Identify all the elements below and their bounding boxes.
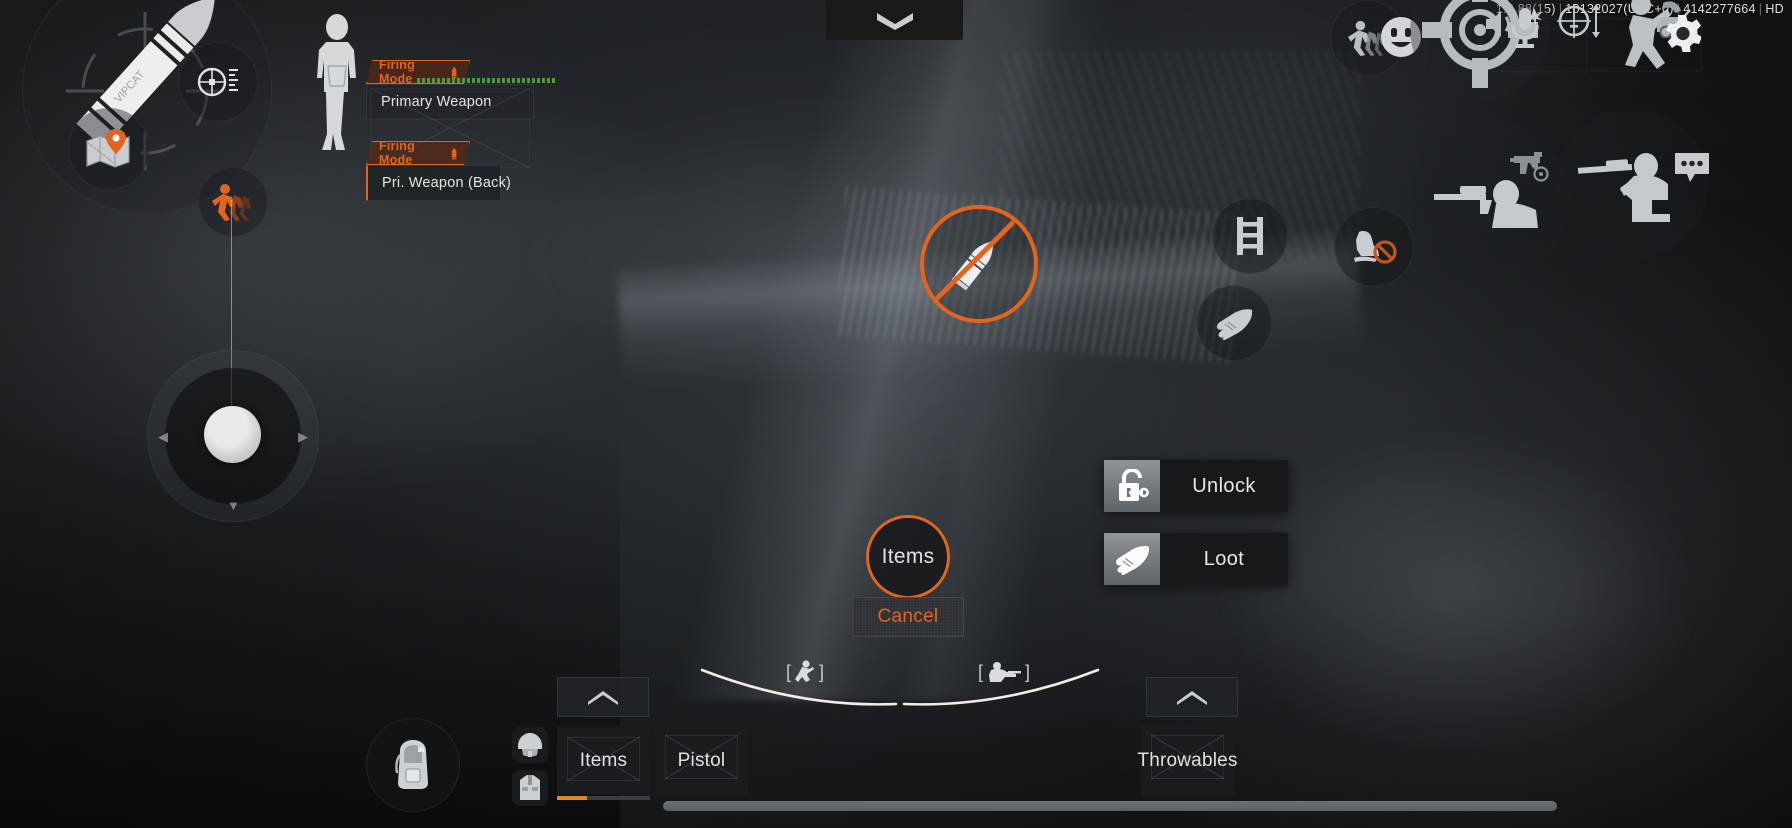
- slot-pistol-label: Pistol: [678, 750, 726, 772]
- scope-range-icon: [195, 62, 241, 102]
- crouch-stance-icon: [794, 660, 816, 684]
- items-action-button[interactable]: Items: [866, 515, 950, 599]
- bullet-icon: [451, 66, 457, 79]
- inventory-slot-pistol[interactable]: Pistol: [655, 725, 748, 797]
- scope-height-icon: [1556, 0, 1602, 42]
- game-hud-screen: 1.0.88(15)|10132027(UTC+0)|4142277664|HD…: [0, 0, 1792, 828]
- stance-indicator-crouch: [ ]: [786, 660, 824, 684]
- firing-mode-label-back: Firing Mode: [379, 139, 445, 167]
- ladder-icon: [1233, 217, 1267, 255]
- equipment-vest[interactable]: [512, 770, 548, 806]
- bracket-right-2: ]: [1025, 663, 1030, 681]
- chevron-up-icon: [1175, 689, 1209, 705]
- secondary-weapon-panel[interactable]: Firing Mode Pri. Weapon (Back): [366, 141, 501, 201]
- settings-button[interactable]: [1663, 14, 1717, 68]
- chat-bubble-icon: [1673, 151, 1711, 185]
- joystick-knob[interactable]: [204, 406, 261, 463]
- joystick-down-arrow: ▼: [227, 498, 240, 513]
- primary-weapon-body[interactable]: Primary Weapon: [366, 84, 534, 120]
- scope-range-button[interactable]: [178, 42, 258, 122]
- gear-icon: [1663, 14, 1701, 52]
- loot-button[interactable]: Loot: [1104, 533, 1288, 585]
- unlock-button[interactable]: Unlock: [1104, 460, 1288, 512]
- slot-throwables-label: Throwables: [1137, 750, 1237, 772]
- inventory-slot-throwables[interactable]: Throwables: [1141, 725, 1234, 797]
- no-ammo-indicator: [920, 205, 1038, 323]
- sprint-toggle-button[interactable]: [198, 167, 268, 237]
- inventory-slot-items[interactable]: Items: [557, 727, 650, 795]
- player-model-silhouette: [298, 14, 376, 154]
- slot-items-label: Items: [580, 750, 627, 772]
- items-action-label: Items: [882, 545, 935, 569]
- equipment-helmet[interactable]: [512, 727, 548, 763]
- chevron-down-icon: [873, 10, 917, 30]
- primary-weapon-panel[interactable]: Firing Mode Primary Weapon: [366, 60, 534, 120]
- vest-icon: [517, 774, 543, 802]
- grab-hand-icon: [1113, 543, 1151, 575]
- grab-hand-icon: [1214, 306, 1254, 340]
- sniper-aim-button[interactable]: [1410, 120, 1570, 280]
- prone-stance-icon: [986, 660, 1022, 684]
- primary-weapon-label: Primary Weapon: [381, 94, 519, 110]
- chat-button[interactable]: [1664, 140, 1720, 196]
- no-footstep-icon: [1351, 228, 1397, 266]
- inventory-scrollbar-thumb[interactable]: [663, 801, 1557, 811]
- cancel-button[interactable]: Cancel: [852, 597, 964, 637]
- bracket-right: ]: [819, 663, 824, 681]
- cancel-label: Cancel: [878, 606, 939, 628]
- unlock-icon-box: [1104, 460, 1160, 512]
- chevron-up-icon: [586, 689, 620, 705]
- joystick-right-arrow: ▶: [298, 429, 308, 445]
- microphone-icon: [1508, 6, 1542, 50]
- loot-icon-box: [1104, 533, 1160, 585]
- bracket-left-2: [: [978, 663, 983, 681]
- helmet-icon: [516, 732, 544, 758]
- loot-label: Loot: [1160, 533, 1288, 585]
- quality-label: HD: [1765, 2, 1784, 16]
- collapse-hud-button[interactable]: [826, 0, 963, 40]
- backpack-icon: [390, 739, 436, 791]
- bullet-icon: [451, 147, 457, 160]
- back-weapon-label: Pri. Weapon (Back): [382, 175, 486, 191]
- firing-mode-tag-back[interactable]: Firing Mode: [366, 141, 470, 165]
- back-weapon-body[interactable]: Pri. Weapon (Back): [366, 165, 501, 201]
- silent-footstep-button[interactable]: [1334, 207, 1414, 287]
- map-pin-icon: [84, 127, 134, 171]
- bracket-left: [: [786, 663, 791, 681]
- grab-button[interactable]: [1196, 285, 1272, 361]
- unlock-label: Unlock: [1160, 460, 1288, 512]
- expand-inventory-left[interactable]: [557, 677, 649, 717]
- backpack-button[interactable]: [366, 718, 460, 812]
- slot-items-progress: [557, 796, 650, 800]
- expand-inventory-right[interactable]: [1146, 677, 1238, 717]
- sprint-icon: [212, 182, 254, 222]
- sniper-prone-icon: [1430, 164, 1550, 236]
- map-button[interactable]: [68, 108, 150, 190]
- ammo-durability-bar: [417, 78, 555, 83]
- stance-arc: [700, 660, 1100, 720]
- joystick-left-arrow: ◀: [158, 429, 168, 445]
- climb-ladder-button[interactable]: [1212, 198, 1288, 274]
- padlock-key-icon: [1115, 469, 1149, 503]
- stance-indicator-prone: [ ]: [978, 660, 1030, 684]
- no-ammo-bullet-icon: [948, 233, 1010, 295]
